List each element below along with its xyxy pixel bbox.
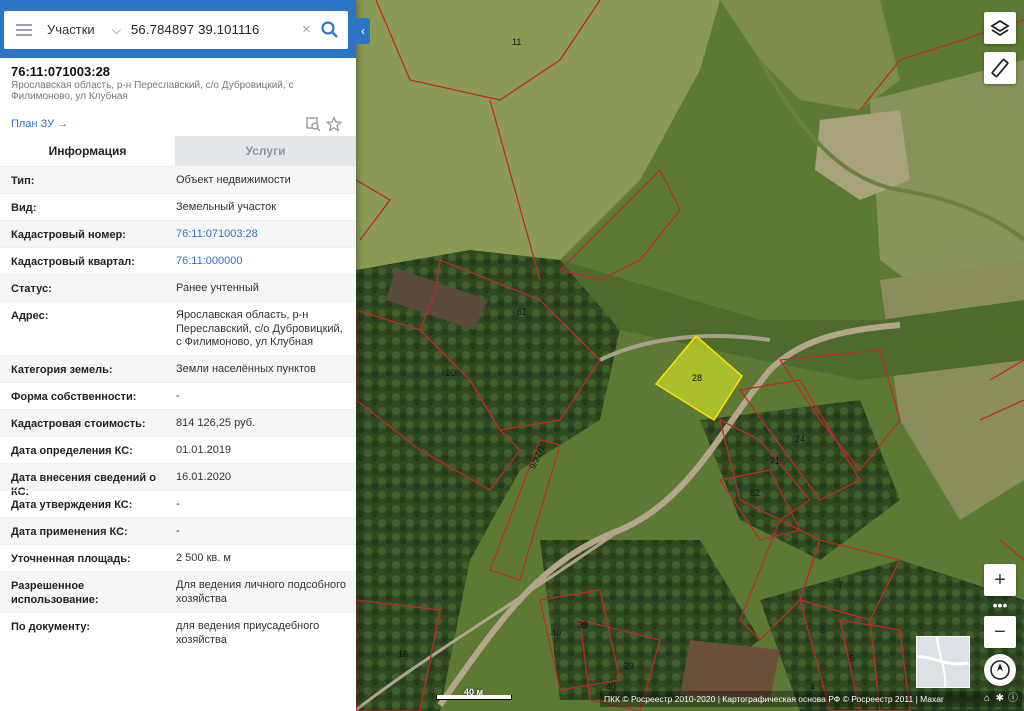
zoom-out-icon: − [994, 621, 1006, 643]
search-bar-container: Участки ⌵ 56.784897 39.101116 × [0, 0, 356, 58]
info-key: Кадастровый квартал: [11, 256, 135, 268]
tab-information[interactable]: Информация [0, 136, 175, 166]
info-row: Дата утверждения КС: - [0, 490, 356, 517]
collapse-panel-button[interactable]: ‹ [356, 18, 370, 44]
search-icon[interactable] [320, 20, 340, 40]
attribution-text: ПКК © Росреестр 2010-2020 | Картографиче… [604, 694, 944, 704]
info-row: Категория земель: Земли населённых пункто… [0, 355, 356, 382]
layers-icon [990, 19, 1010, 37]
layers-button[interactable] [984, 12, 1016, 44]
info-value: 16.01.2020 [176, 471, 232, 483]
info-key: Тип: [11, 175, 35, 187]
scale-bar-line [436, 695, 512, 700]
info-value: 01.01.2019 [176, 444, 232, 456]
info-value: 814 126,25 руб. [176, 417, 256, 429]
plan-link[interactable]: План ЗУ → [11, 118, 68, 130]
info-value: для ведения приусадебного хозяйства [176, 620, 320, 646]
cadastral-quarter-link[interactable]: 76:11:000000 [176, 255, 348, 269]
info-key: Дата применения КС: [11, 526, 128, 538]
info-value: Ранее учтенный [176, 282, 259, 294]
map-attribution: ПКК © Росреестр 2010-2020 | Картографиче… [600, 691, 1022, 707]
minimap-graphic [916, 636, 970, 688]
info-value: - [176, 390, 180, 402]
info-value: - [176, 498, 180, 510]
info-value: Для ведения личного подсобного хозяйства [176, 579, 347, 605]
menu-icon[interactable] [16, 24, 32, 36]
compass-icon [990, 660, 1010, 680]
info-row: Дата применения КС: - [0, 517, 356, 544]
info-key: Кадастровая стоимость: [11, 418, 146, 430]
info-row: Тип: Объект недвижимости [0, 166, 356, 193]
star-icon[interactable] [326, 116, 342, 132]
info-row: Форма собственности: - [0, 382, 356, 409]
zoom-out-button[interactable]: − [984, 616, 1016, 648]
chevron-left-icon: ‹ [361, 24, 365, 38]
info-value: Земельный участок [176, 201, 277, 213]
info-key: Дата определения КС: [11, 445, 133, 457]
info-icon: ⓘ [1008, 693, 1018, 704]
minimap[interactable] [916, 636, 970, 688]
info-value: Объект недвижимости [176, 174, 291, 186]
info-key: Статус: [11, 283, 52, 295]
info-row: По документу: для ведения приусадебного х… [0, 612, 356, 653]
clear-icon[interactable]: × [302, 21, 311, 38]
object-address: Ярославская область, р-н Переславский, с… [11, 80, 294, 102]
info-value: Ярославская область, р-н Переславский, с… [176, 309, 343, 348]
chevron-down-icon[interactable]: ⌵ [112, 23, 121, 38]
compass-button[interactable] [984, 654, 1016, 686]
ruler-button[interactable] [984, 52, 1016, 84]
zoom-in-icon: + [994, 569, 1006, 591]
info-row: Уточненная площадь: 2 500 кв. м [0, 544, 356, 571]
info-key: Дата утверждения КС: [11, 499, 133, 511]
info-key: Уточненная площадь: [11, 553, 131, 565]
search-input[interactable]: 56.784897 39.101116 [131, 22, 259, 37]
home-icon: ⌂ [983, 693, 990, 704]
info-table: Тип: Объект недвижимости Вид: Земельный уч… [0, 166, 356, 653]
scale-bar: 40 м [436, 687, 512, 702]
tab-services[interactable]: Услуги [175, 136, 356, 166]
info-key: Форма собственности: [11, 391, 137, 403]
ruler-icon [991, 58, 1009, 78]
info-row: Статус: Ранее учтенный [0, 274, 356, 301]
info-value: Земли населённых пунктов [176, 363, 316, 375]
info-key: Категория земель: [11, 364, 113, 376]
info-row: Кадастровый квартал: 76:11:000000 [0, 247, 356, 274]
cadastral-number-title: 76:11:071003:28 [11, 64, 111, 79]
info-row: Дата определения КС: 01.01.2019 [0, 436, 356, 463]
info-row: Вид: Земельный участок [0, 193, 356, 220]
tab-bar: Информация Услуги [0, 136, 356, 166]
cadastral-number-link[interactable]: 76:11:071003:28 [176, 228, 348, 242]
settings-icon: ✱ [995, 693, 1004, 704]
info-value: 2 500 кв. м [176, 552, 231, 564]
info-key: Разрешенное использование: [11, 580, 99, 606]
zoom-to-object-icon[interactable] [305, 116, 321, 132]
info-row: Дата внесения сведений о КС: 16.01.2020 [0, 463, 356, 498]
search-bar: Участки ⌵ 56.784897 39.101116 × [4, 11, 348, 49]
info-key: По документу: [11, 621, 91, 633]
info-row: Кадастровая стоимость: 814 126,25 руб. [0, 409, 356, 436]
zoom-in-button[interactable]: + [984, 564, 1016, 596]
info-value: - [176, 525, 180, 537]
info-key: Вид: [11, 202, 37, 214]
info-row: Адрес: Ярославская область, р-н Переславс… [0, 301, 356, 355]
search-mode-select[interactable]: Участки [47, 22, 95, 37]
info-row: Разрешенное использование: Для ведения ли… [0, 571, 356, 612]
info-row: Кадастровый номер: 76:11:071003:28 [0, 220, 356, 247]
more-button[interactable]: ••• [984, 598, 1016, 616]
info-panel: Участки ⌵ 56.784897 39.101116 × 76:11:07… [0, 0, 356, 711]
more-icon: ••• [992, 597, 1008, 613]
info-key: Адрес: [11, 310, 49, 322]
info-key: Кадастровый номер: [11, 229, 126, 241]
